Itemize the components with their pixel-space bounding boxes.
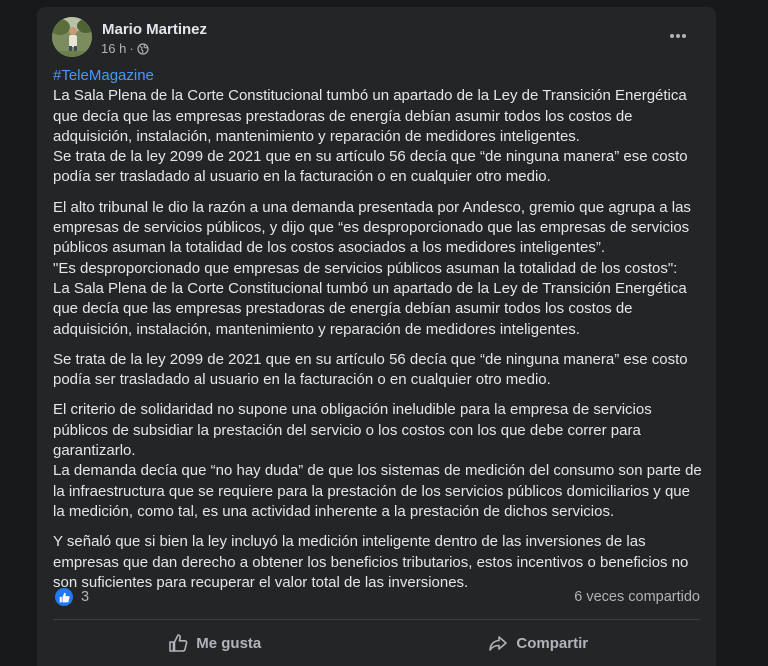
post-paragraph-5: Y señaló que si bien la ley incluyó la m… xyxy=(53,533,689,591)
reactions-bar: 3 6 veces compartido xyxy=(53,586,700,610)
post-body: #TeleMagazine La Sala Plena de la Corte … xyxy=(53,66,705,603)
share-button[interactable]: Compartir xyxy=(377,623,701,663)
like-label: Me gusta xyxy=(196,634,262,652)
paragraph-text: La Sala Plena de la Corte Constitucional… xyxy=(53,87,688,186)
share-count[interactable]: 6 veces compartido xyxy=(574,589,700,605)
globe-icon xyxy=(137,42,149,55)
post-time[interactable]: 16 h xyxy=(101,41,126,56)
share-arrow-icon xyxy=(489,636,508,651)
post-paragraph-2: El alto tribunal le dio la razón a una d… xyxy=(53,198,691,338)
thumbs-up-icon xyxy=(59,592,70,602)
thumbs-up-icon xyxy=(169,634,188,652)
more-options-button[interactable] xyxy=(662,20,694,52)
post-paragraph-3: Se trata de la ley 2099 de 2021 que en s… xyxy=(53,350,688,389)
post-header: Mario Martinez 16 h · xyxy=(52,17,701,59)
reaction-count[interactable]: 3 xyxy=(81,589,89,605)
post-paragraph-1: #TeleMagazine La Sala Plena de la Corte … xyxy=(53,66,705,188)
divider xyxy=(53,619,700,620)
like-reaction-icon[interactable] xyxy=(55,588,73,606)
like-button[interactable]: Me gusta xyxy=(53,623,377,663)
more-dots-icon xyxy=(670,34,686,38)
share-label: Compartir xyxy=(516,634,589,652)
avatar[interactable] xyxy=(52,17,92,57)
post-card: Mario Martinez 16 h · #TeleMagazine La S… xyxy=(37,7,716,666)
author-name[interactable]: Mario Martinez xyxy=(102,21,207,38)
meta-separator: · xyxy=(129,41,134,56)
hashtag-link[interactable]: #TeleMagazine xyxy=(53,66,705,86)
post-meta: 16 h · xyxy=(101,41,149,56)
post-actions: Me gusta Compartir xyxy=(53,623,700,663)
post-paragraph-4: El criterio de solidaridad no supone una… xyxy=(53,401,702,520)
avatar-photo xyxy=(52,17,92,57)
